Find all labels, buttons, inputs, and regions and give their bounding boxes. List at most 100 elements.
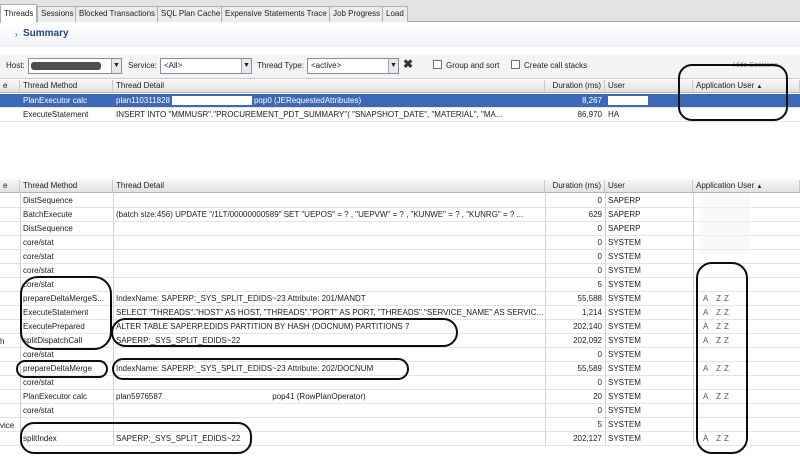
thread-detail-tail: pop41 (RowPlanOperator) — [272, 392, 366, 401]
thread-type-label: Thread Type: — [257, 61, 304, 70]
duration-cell: 0 — [597, 406, 602, 415]
annotation-circle-prepare-delta — [16, 360, 108, 378]
user-cell: SYSTEM — [608, 252, 641, 261]
chevron-down-icon[interactable]: ▼ — [241, 59, 251, 73]
table-row[interactable]: core/stat 0 SYSTEM — [0, 404, 800, 418]
annotation-circle-splitindex — [20, 422, 252, 454]
duration-cell: 0 — [597, 196, 602, 205]
duration-cell: 202,092 — [573, 336, 602, 345]
duration-cell: 0 — [597, 224, 602, 233]
duration-cell: 202,140 — [573, 322, 602, 331]
duration-cell: 0 — [597, 350, 602, 359]
thread-type-select[interactable]: <active> ▼ — [307, 58, 399, 74]
table-row[interactable]: core/stat 0 SYSTEM — [0, 250, 800, 264]
thread-method-cell: PlanExecutor calc — [23, 392, 88, 401]
tab-sessions[interactable]: Sessions — [37, 6, 78, 22]
chevron-down-icon[interactable]: ▼ — [111, 59, 121, 73]
host-select[interactable]: ▼ — [28, 58, 122, 74]
column-header-thread-detail[interactable]: Thread Detail — [113, 80, 545, 93]
thread-detail-cell — [113, 194, 545, 208]
table-row[interactable]: prepareDeltaMergeS... IndexName: SAPERP:_… — [0, 292, 800, 306]
table-row[interactable]: PlanExecutor calc plan5976587 pop41 (RowPl… — [0, 390, 800, 404]
duration-cell: 1,214 — [581, 308, 602, 317]
annotation-circle-app-user-bottom — [696, 262, 748, 454]
host-value-redacted — [31, 62, 101, 70]
table-row[interactable]: DistSequence 0 SAPERP — [0, 194, 800, 208]
user-cell: SYSTEM — [608, 308, 641, 317]
thread-detail-tail: pop0 (JERequestedAttributes) — [253, 96, 362, 105]
tab-expensive-statements-trace[interactable]: Expensive Statements Trace — [221, 6, 331, 22]
tab-job-progress[interactable]: Job Progress — [329, 6, 385, 22]
column-header-duration[interactable]: Duration (ms) — [545, 80, 605, 93]
thread-detail-cell — [113, 236, 545, 250]
table-row[interactable]: core/stat 5 SYSTEM — [0, 278, 800, 292]
thread-detail-cell: plan110311828 pop0 (JERequestedAttributes… — [113, 94, 545, 108]
service-value: <All> — [164, 61, 183, 70]
duration-cell: 0 — [597, 252, 602, 261]
service-select[interactable]: <All> ▼ — [160, 58, 252, 74]
column-header-duration[interactable]: Duration (ms) — [545, 180, 605, 193]
annotation-circle-app-user-top — [678, 64, 788, 121]
thread-detail-cell — [113, 222, 545, 236]
duration-cell: 86,970 — [577, 110, 602, 119]
thread-detail-text: (batch size:456) UPDATE "/1LT/0000000058… — [116, 210, 524, 219]
tab-sql-plan-cache[interactable]: SQL Plan Cache — [157, 6, 225, 22]
thread-method-cell: DistSequence — [23, 224, 73, 233]
thread-detail-cell — [113, 404, 545, 418]
column-divider — [113, 193, 114, 445]
table-row[interactable]: core/stat 0 SYSTEM — [0, 264, 800, 278]
tab-threads[interactable]: Threads — [0, 4, 38, 23]
column-header-first[interactable]: e — [0, 80, 20, 93]
duration-cell: 8,267 — [581, 96, 602, 105]
thread-method-cell: core/stat — [23, 406, 54, 415]
duration-cell: 55,589 — [577, 364, 602, 373]
create-call-stacks-label: Create call stacks — [524, 61, 588, 70]
duration-cell: 629 — [588, 210, 602, 219]
column-header-thread-method[interactable]: Thread Method — [20, 80, 113, 93]
create-call-stacks-checkbox[interactable] — [511, 60, 520, 69]
thread-detail-cell: IndexName: SAPERP:_SYS_SPLIT_EDIDS~23 At… — [113, 292, 545, 306]
expand-arrow-icon[interactable]: › — [15, 30, 18, 39]
column-divider — [605, 193, 606, 445]
user-cell: SAPERP — [608, 224, 641, 233]
thread-detail-text: plan110311828 — [116, 96, 170, 105]
column-header-thread-method[interactable]: Thread Method — [20, 180, 113, 193]
column-header-first[interactable]: e — [0, 180, 20, 193]
group-and-sort-label: Group and sort — [446, 61, 500, 70]
group-and-sort-checkbox[interactable] — [433, 60, 442, 69]
user-cell: SYSTEM — [608, 434, 641, 443]
tab-blocked-transactions[interactable]: Blocked Transactions — [75, 6, 160, 22]
user-cell: SYSTEM — [608, 378, 641, 387]
redacted-app-user-area — [700, 194, 750, 254]
clear-filter-icon[interactable]: ✖ — [403, 57, 413, 71]
user-cell: SYSTEM — [608, 294, 641, 303]
thread-method-cell: PlanExecutor calc — [23, 96, 88, 105]
sort-ascending-icon: ▲ — [756, 184, 763, 190]
host-label: Host: — [6, 61, 25, 70]
annotation-circle-alter-table — [111, 318, 458, 347]
column-header-thread-detail[interactable]: Thread Detail — [113, 180, 545, 193]
duration-cell: 5 — [597, 420, 602, 429]
thread-detail-text: plan5976587 — [116, 392, 163, 401]
annotation-circle-method-group — [20, 276, 112, 350]
summary-title[interactable]: Summary — [23, 28, 69, 39]
thread-type-value: <active> — [311, 61, 342, 70]
table-row[interactable]: core/stat 0 SYSTEM — [0, 236, 800, 250]
column-header-user[interactable]: User — [605, 180, 693, 193]
thread-detail-text: IndexName: SAPERP:_SYS_SPLIT_EDIDS~23 At… — [116, 294, 366, 303]
chevron-down-icon[interactable]: ▼ — [388, 59, 398, 73]
thread-method-cell: DistSequence — [23, 196, 73, 205]
column-header-application-user[interactable]: Application User ▲ — [693, 180, 800, 193]
user-cell: SYSTEM — [608, 322, 641, 331]
redacted-block — [171, 96, 252, 106]
user-cell: SYSTEM — [608, 266, 641, 275]
user-cell: SAPERP — [608, 196, 641, 205]
side-fragment-h: h — [0, 337, 5, 346]
table-row[interactable]: DistSequence 0 SAPERP — [0, 222, 800, 236]
user-cell: SAPERP — [608, 210, 641, 219]
user-cell: SYSTEM — [608, 280, 641, 289]
redacted-block — [608, 96, 648, 106]
tab-load[interactable]: Load — [382, 6, 408, 22]
table-row[interactable]: BatchExecute (batch size:456) UPDATE "/1L… — [0, 208, 800, 222]
side-label-service: vice — [0, 421, 15, 430]
